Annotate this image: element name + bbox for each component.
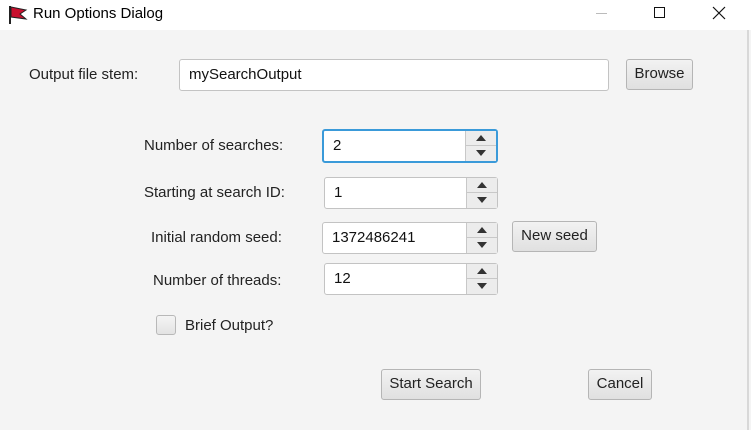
num-searches-label: Number of searches: bbox=[144, 137, 284, 154]
start-id-spinner[interactable]: 1 bbox=[324, 177, 498, 209]
increment-button[interactable] bbox=[467, 223, 497, 238]
num-searches-spinner[interactable]: 2 bbox=[322, 129, 498, 163]
seed-value[interactable]: 1372486241 bbox=[332, 223, 415, 253]
chevron-down-icon bbox=[476, 150, 486, 156]
close-button[interactable] bbox=[696, 0, 742, 30]
increment-button[interactable] bbox=[466, 131, 496, 146]
window-title: Run Options Dialog bbox=[33, 5, 164, 22]
decrement-button[interactable] bbox=[467, 279, 497, 294]
chevron-down-icon bbox=[477, 283, 487, 289]
output-stem-label: Output file stem: bbox=[29, 66, 139, 83]
spinner-arrows bbox=[466, 264, 497, 294]
output-stem-input[interactable]: mySearchOutput bbox=[179, 59, 609, 91]
increment-button[interactable] bbox=[467, 178, 497, 193]
minimize-icon bbox=[596, 13, 607, 14]
chevron-up-icon bbox=[477, 182, 487, 188]
minimize-button[interactable] bbox=[579, 0, 625, 30]
seed-label: Initial random seed: bbox=[151, 229, 282, 246]
seed-spinner[interactable]: 1372486241 bbox=[322, 222, 498, 254]
start-search-button[interactable]: Start Search bbox=[381, 369, 481, 400]
chevron-up-icon bbox=[477, 268, 487, 274]
increment-button[interactable] bbox=[467, 264, 497, 279]
spinner-arrows bbox=[466, 178, 497, 208]
chevron-up-icon bbox=[477, 227, 487, 233]
maximize-icon bbox=[654, 7, 665, 18]
chevron-down-icon bbox=[477, 242, 487, 248]
new-seed-button[interactable]: New seed bbox=[512, 221, 597, 252]
threads-label: Number of threads: bbox=[153, 272, 282, 289]
threads-spinner[interactable]: 12 bbox=[324, 263, 498, 295]
window-edge bbox=[747, 30, 749, 430]
close-icon bbox=[712, 6, 726, 20]
decrement-button[interactable] bbox=[466, 146, 496, 161]
chevron-up-icon bbox=[476, 135, 486, 141]
decrement-button[interactable] bbox=[467, 193, 497, 208]
start-id-value[interactable]: 1 bbox=[334, 178, 342, 208]
title-bar: Run Options Dialog bbox=[0, 0, 751, 30]
decrement-button[interactable] bbox=[467, 238, 497, 253]
start-id-label: Starting at search ID: bbox=[144, 184, 285, 201]
chevron-down-icon bbox=[477, 197, 487, 203]
brief-output-checkbox[interactable] bbox=[156, 315, 176, 335]
cancel-button[interactable]: Cancel bbox=[588, 369, 652, 400]
brief-output-label[interactable]: Brief Output? bbox=[185, 317, 273, 334]
browse-button[interactable]: Browse bbox=[626, 59, 693, 90]
maximize-button[interactable] bbox=[637, 0, 683, 30]
threads-value[interactable]: 12 bbox=[334, 264, 351, 294]
red-flag-icon bbox=[8, 5, 28, 25]
num-searches-value[interactable]: 2 bbox=[333, 131, 341, 161]
spinner-arrows bbox=[466, 223, 497, 253]
spinner-arrows bbox=[465, 131, 496, 161]
